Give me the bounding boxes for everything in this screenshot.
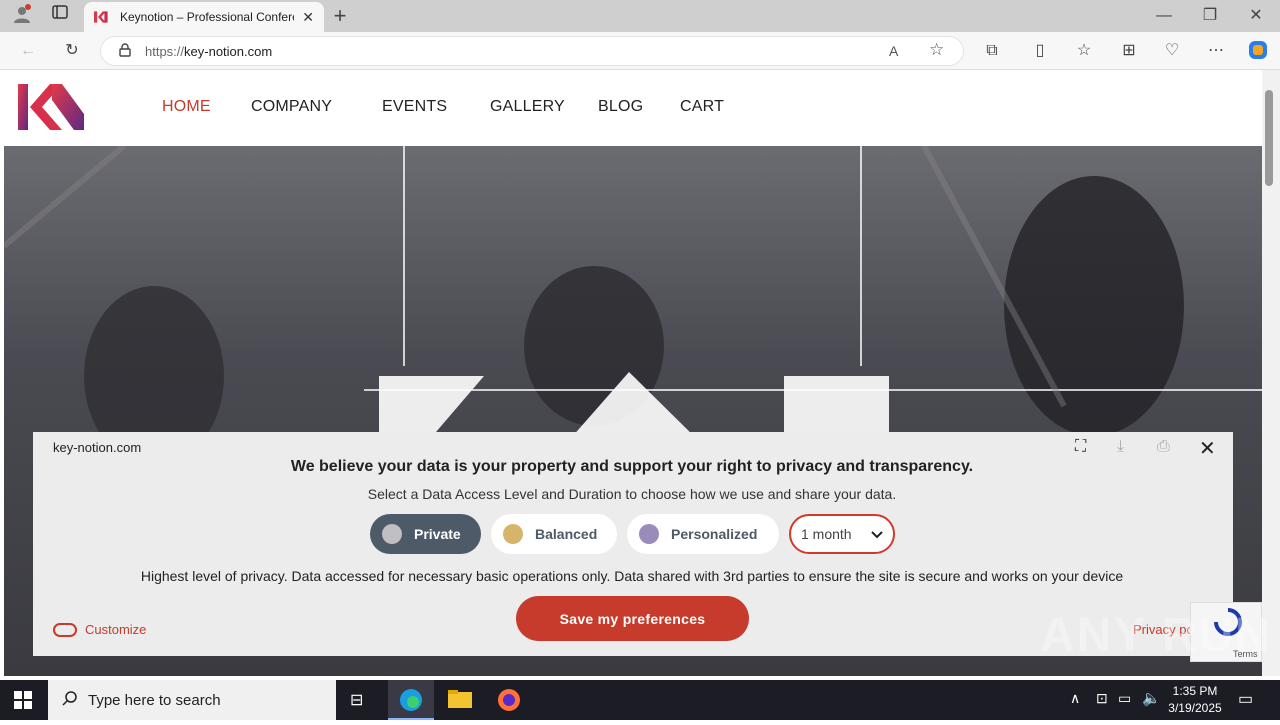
refresh-icon[interactable]: ↻: [60, 39, 84, 63]
windows-start-icon[interactable]: [14, 691, 32, 714]
level-private-button[interactable]: Private: [370, 514, 481, 554]
clock-time: 1:35 PM: [1172, 684, 1218, 698]
network-icon[interactable]: ⊡: [1096, 690, 1108, 707]
windows-taskbar: Type here to search ⊟ ∧ ⊡ ▭ 🔈 1:35 PM 3/…: [0, 680, 1280, 720]
url-domain: key-notion.com: [184, 43, 273, 59]
back-icon[interactable]: ←: [16, 39, 40, 63]
tab-close-icon[interactable]: ✕: [302, 9, 314, 26]
nav-company[interactable]: COMPANY: [251, 98, 332, 116]
read-aloud-icon[interactable]: A: [889, 43, 898, 59]
tab-bar: Keynotion – Professional Confere ✕ + — ❐…: [0, 0, 1280, 32]
level-private-label: Private: [414, 526, 461, 542]
collections-icon[interactable]: ⊞: [1117, 39, 1141, 63]
chevron-down-icon: [871, 526, 883, 542]
more-options-icon[interactable]: ⋯: [1204, 39, 1228, 63]
url-prefix: https://: [145, 43, 185, 59]
consent-domain: key-notion.com: [53, 440, 142, 455]
new-tab-button[interactable]: +: [328, 4, 352, 28]
consent-subtitle: Select a Data Access Level and Duration …: [367, 486, 897, 502]
minimize-icon[interactable]: —: [1152, 4, 1176, 28]
firefox-icon[interactable]: [497, 688, 521, 717]
active-tab[interactable]: Keynotion – Professional Confere ✕: [84, 2, 324, 32]
search-placeholder: Type here to search: [88, 691, 221, 709]
download-icon[interactable]: ⤓: [1117, 438, 1124, 456]
customize-toggle[interactable]: Customize: [53, 622, 146, 637]
task-view-icon[interactable]: ⊟: [350, 690, 363, 710]
nav-gallery[interactable]: GALLERY: [490, 98, 565, 116]
tab-actions-icon[interactable]: [48, 4, 72, 28]
lock-icon: [119, 42, 131, 60]
level-balanced-button[interactable]: Balanced: [491, 514, 617, 554]
keynotion-logo[interactable]: [18, 84, 84, 130]
level-description: Highest level of privacy. Data accessed …: [140, 568, 1124, 584]
nav-cart[interactable]: CART: [680, 98, 724, 116]
copilot-icon[interactable]: [1246, 39, 1270, 63]
address-bar-row: ← ↻ https://key-notion.com A ☆ ⧉ ▯ ☆ ⊞ ♡…: [0, 32, 1280, 70]
fullscreen-icon[interactable]: ⛶: [1075, 438, 1086, 456]
site-favicon-icon: [94, 11, 108, 23]
private-dot-icon: [382, 524, 402, 544]
customize-label: Customize: [85, 622, 147, 637]
edge-taskbar-icon[interactable]: [388, 680, 434, 720]
nav-home[interactable]: HOME: [162, 98, 211, 116]
system-clock[interactable]: 1:35 PM 3/19/2025: [1160, 683, 1230, 717]
anyrun-watermark: ANY RUN: [1040, 609, 1272, 662]
extensions-icon[interactable]: ⧉: [980, 39, 1004, 63]
duration-select[interactable]: 1 month: [789, 514, 895, 554]
tray-chevron-icon[interactable]: ∧: [1070, 690, 1080, 707]
level-personalized-label: Personalized: [671, 526, 758, 542]
window-close-icon[interactable]: ✕: [1244, 4, 1268, 28]
nav-blog[interactable]: BLOG: [598, 98, 643, 116]
volume-icon[interactable]: 🔈: [1142, 689, 1161, 707]
duration-value: 1 month: [801, 526, 852, 542]
restore-icon[interactable]: ❐: [1198, 4, 1222, 28]
notifications-icon[interactable]: ▭: [1238, 689, 1253, 709]
split-screen-icon[interactable]: ▯: [1028, 39, 1052, 63]
file-explorer-icon[interactable]: [448, 688, 472, 715]
favorite-star-icon[interactable]: ☆: [929, 40, 944, 60]
nav-events[interactable]: EVENTS: [382, 98, 447, 116]
save-preferences-button[interactable]: Save my preferences: [516, 596, 749, 641]
ethernet-icon[interactable]: ▭: [1118, 690, 1131, 707]
browser-essentials-icon[interactable]: ♡: [1160, 39, 1184, 63]
level-balanced-label: Balanced: [535, 526, 598, 542]
profile-icon[interactable]: [10, 4, 34, 28]
favorites-icon[interactable]: ☆: [1072, 39, 1096, 63]
site-header: HOME COMPANY EVENTS GALLERY BLOG CART: [4, 70, 1262, 146]
search-icon: [62, 690, 78, 710]
consent-title: We believe your data is your property an…: [290, 458, 974, 475]
clock-date: 3/19/2025: [1168, 701, 1222, 715]
print-icon[interactable]: ⎙: [1157, 438, 1170, 456]
balanced-dot-icon: [503, 524, 523, 544]
level-personalized-button[interactable]: Personalized: [627, 514, 779, 554]
personalized-dot-icon: [639, 524, 659, 544]
url-field[interactable]: https://key-notion.com A ☆: [100, 36, 964, 66]
toggle-icon: [53, 622, 77, 637]
scrollbar-thumb[interactable]: [1265, 90, 1273, 186]
tab-title: Keynotion – Professional Confere: [120, 10, 295, 24]
taskbar-search[interactable]: Type here to search: [48, 680, 336, 720]
